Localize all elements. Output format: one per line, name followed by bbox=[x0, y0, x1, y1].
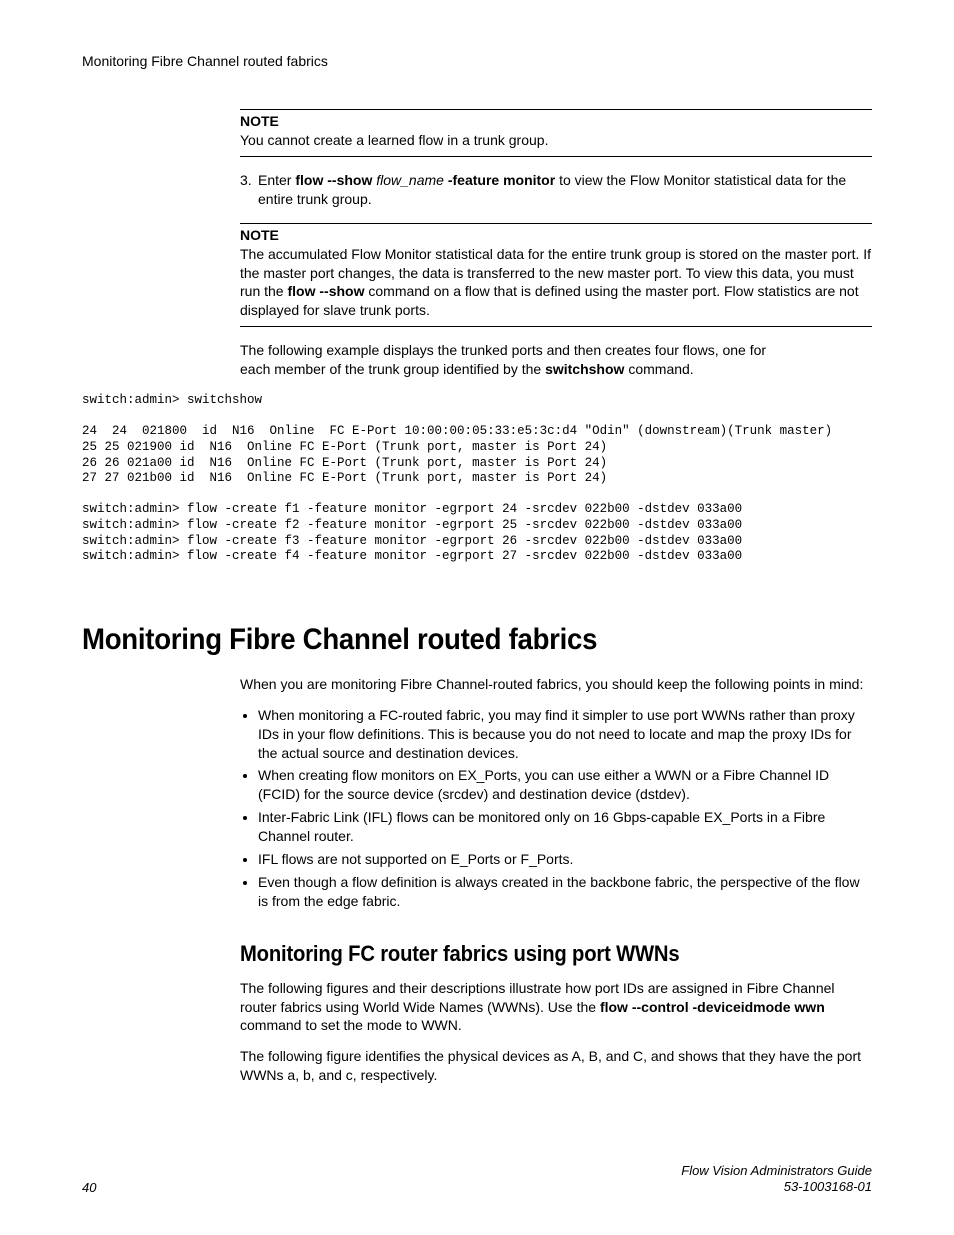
subsection-heading: Monitoring FC router fabrics using port … bbox=[240, 941, 821, 967]
example-intro: The following example displays the trunk… bbox=[240, 341, 780, 379]
page-number: 40 bbox=[82, 1180, 96, 1195]
running-header: Monitoring Fibre Channel routed fabrics bbox=[82, 53, 872, 69]
step-3: 3. Enter flow --show flow_name -feature … bbox=[240, 171, 872, 209]
command: switchshow bbox=[545, 361, 624, 377]
wwn-paragraph-2: The following figure identifies the phys… bbox=[240, 1047, 872, 1085]
command: flow --control -deviceidmode wwn bbox=[600, 999, 825, 1015]
text: command. bbox=[624, 361, 693, 377]
note-body: You cannot create a learned flow in a tr… bbox=[240, 131, 872, 150]
note-label: NOTE bbox=[240, 227, 872, 243]
text: Enter bbox=[258, 172, 295, 188]
arg: flow_name bbox=[372, 172, 447, 188]
note-block-1: NOTE You cannot create a learned flow in… bbox=[240, 109, 872, 157]
wwn-paragraph-1: The following figures and their descript… bbox=[240, 979, 872, 1036]
text: command to set the mode to WWN. bbox=[240, 1017, 462, 1033]
list-item: Inter-Fabric Link (IFL) flows can be mon… bbox=[258, 808, 872, 846]
step-text: Enter flow --show flow_name -feature mon… bbox=[258, 171, 872, 209]
list-item: When creating flow monitors on EX_Ports,… bbox=[258, 766, 872, 804]
step-number: 3. bbox=[240, 171, 258, 209]
footer-doc-number: 53-1003168-01 bbox=[681, 1179, 872, 1195]
intro-paragraph: When you are monitoring Fibre Channel-ro… bbox=[240, 675, 872, 694]
page-footer: 40 Flow Vision Administrators Guide 53-1… bbox=[82, 1163, 872, 1196]
note-body: The accumulated Flow Monitor statistical… bbox=[240, 245, 872, 321]
list-item: When monitoring a FC-routed fabric, you … bbox=[258, 706, 872, 763]
list-item: Even though a flow definition is always … bbox=[258, 873, 872, 911]
note-block-2: NOTE The accumulated Flow Monitor statis… bbox=[240, 223, 872, 328]
section-heading: Monitoring Fibre Channel routed fabrics bbox=[82, 623, 809, 657]
command: flow --show bbox=[287, 283, 364, 299]
code-block-switchshow: switch:admin> switchshow 24 24 021800 id… bbox=[82, 393, 872, 565]
list-item: IFL flows are not supported on E_Ports o… bbox=[258, 850, 872, 869]
footer-guide-title: Flow Vision Administrators Guide bbox=[681, 1163, 872, 1179]
bullet-list: When monitoring a FC-routed fabric, you … bbox=[240, 706, 872, 911]
command: flow --show bbox=[295, 172, 372, 188]
command: -feature monitor bbox=[448, 172, 555, 188]
note-label: NOTE bbox=[240, 113, 872, 129]
